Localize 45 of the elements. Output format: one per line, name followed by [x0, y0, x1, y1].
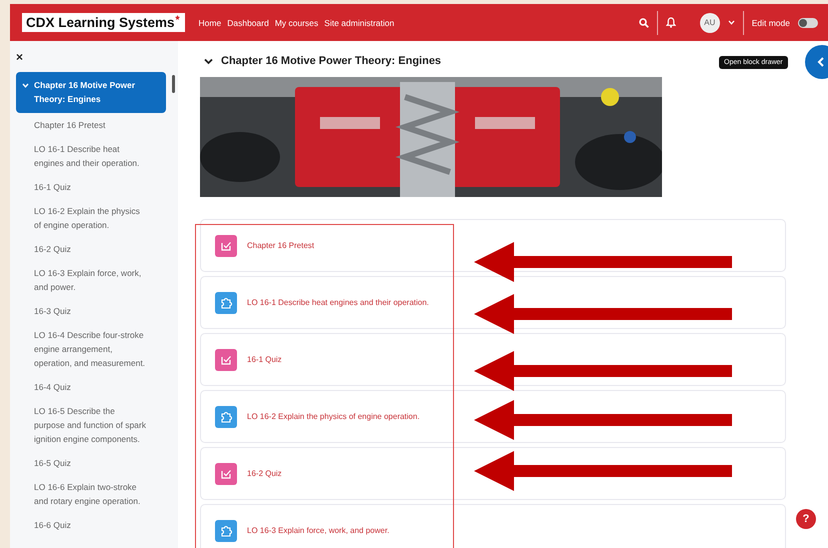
sidebar-item[interactable]: 16-4 Quiz — [16, 375, 166, 399]
sidebar-item[interactable]: LO 16-3 Explain force, work, and power. — [16, 261, 166, 299]
quiz-icon — [215, 348, 237, 370]
edit-mode-label: Edit mode — [752, 18, 790, 28]
user-avatar[interactable]: AU — [700, 12, 720, 32]
sidebar-item[interactable]: 16-2 Quiz — [16, 237, 166, 261]
logo[interactable]: CDX Learning Systems — [22, 13, 185, 32]
close-icon[interactable]: × — [16, 50, 166, 64]
activity-link[interactable]: 16-2 Quiz — [247, 469, 282, 478]
sidebar-item[interactable]: LO 16-6 Explain two-stroke and rotary engine operation. — [16, 475, 166, 513]
sidebar-item[interactable]: LO 16-1 Describe heat engines and their operation. — [16, 137, 166, 175]
nav-link[interactable]: My courses — [274, 18, 318, 28]
nav-link[interactable]: Dashboard — [227, 18, 269, 28]
caret-icon[interactable] — [728, 20, 735, 25]
search-icon[interactable] — [638, 18, 649, 28]
sidebar-item[interactable]: LO 16-5 Describe the purpose and function of spark ignition engine components. — [16, 399, 166, 451]
puzzle-icon — [215, 292, 237, 314]
sidebar-item[interactable]: 16-6 Quiz — [16, 513, 166, 537]
sidebar-item[interactable]: 16-1 Quiz — [16, 175, 166, 199]
nav-link[interactable]: Home — [198, 18, 222, 28]
logo-text: CDX Learning Systems — [26, 15, 175, 30]
activity-link[interactable]: Chapter 16 Pretest — [247, 241, 314, 250]
section-item[interactable]: Chapter 16 Motive Power Theory: Engines — [16, 72, 166, 113]
sidebar-item[interactable]: LO 16-4 Describe four-stroke engine arrangement, operation, and measurement. — [16, 323, 166, 375]
chevron-icon — [22, 83, 29, 88]
activity-link[interactable]: LO 16-3 Explain force, work, and power. — [247, 526, 390, 535]
activity-link[interactable]: 16-1 Quiz — [247, 355, 282, 364]
scrollbar[interactable] — [172, 75, 175, 93]
nav-link[interactable]: Site administration — [324, 18, 394, 28]
section-title: Chapter 16 Motive Power Theory: Engines — [221, 55, 442, 67]
quiz-icon — [215, 234, 237, 256]
sidebar-item[interactable]: LO 16-2 Explain the physics of engine operation. — [16, 199, 166, 237]
activity-link[interactable]: LO 16-1 Describe heat engines and their operation. — [247, 298, 429, 307]
puzzle-icon — [215, 520, 237, 542]
bell-icon[interactable] — [666, 17, 676, 28]
sidebar-item[interactable]: Chapter 16 Pretest — [16, 113, 166, 137]
star-icon — [174, 15, 180, 20]
activity-link[interactable]: LO 16-2 Explain the physics of engine operation. — [247, 412, 420, 421]
puzzle-icon — [215, 406, 237, 428]
quiz-icon — [215, 462, 237, 484]
sidebar-item[interactable]: 16-3 Quiz — [16, 299, 166, 323]
edit-mode-toggle[interactable] — [798, 18, 818, 28]
chevron-icon[interactable] — [204, 58, 213, 64]
sidebar-item[interactable]: 16-5 Quiz — [16, 451, 166, 475]
chevron-icon — [817, 57, 825, 67]
